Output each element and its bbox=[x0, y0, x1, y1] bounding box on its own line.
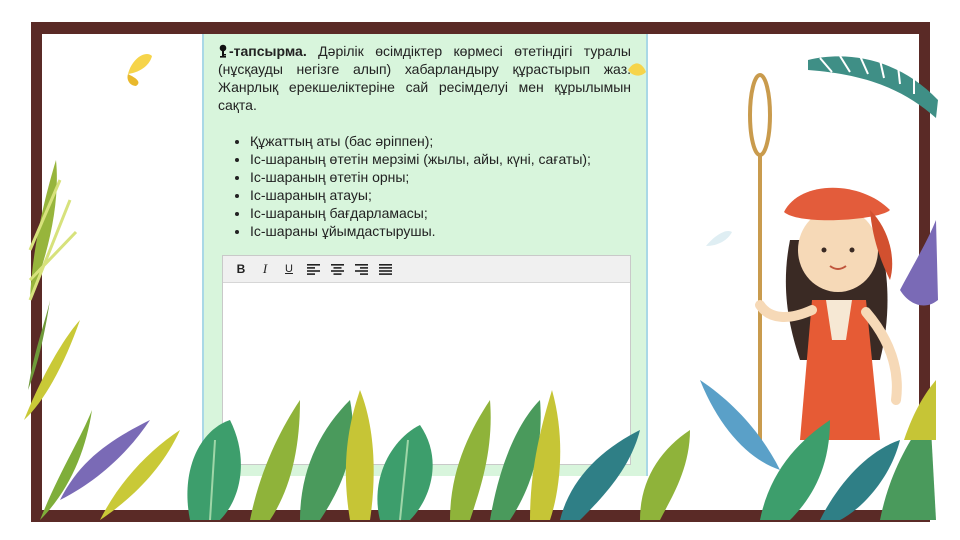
align-center-button[interactable] bbox=[325, 258, 349, 280]
align-right-icon bbox=[354, 263, 368, 275]
editor-text-area[interactable] bbox=[223, 283, 630, 464]
list-item: Іс-шараның өтетін мерзімі (жылы, айы, кү… bbox=[250, 150, 650, 168]
align-justify-icon bbox=[378, 263, 392, 275]
list-item: Іс-шараның атауы; bbox=[250, 186, 650, 204]
align-right-button[interactable] bbox=[349, 258, 373, 280]
slide-scene: -тапсырма. Дәрілік өсімдіктер көрмесі өт… bbox=[0, 0, 960, 540]
task-text: -тапсырма. Дәрілік өсімдіктер көрмесі өт… bbox=[218, 42, 631, 114]
bold-icon: B bbox=[236, 262, 246, 276]
instruction-list: Құжаттың аты (бас әріппен); Іс-шараның ө… bbox=[232, 132, 650, 240]
list-item: Іс-шараның бағдарламасы; bbox=[250, 204, 650, 222]
underline-icon: U bbox=[285, 263, 293, 275]
align-center-icon bbox=[330, 263, 344, 275]
underline-button[interactable]: U bbox=[277, 258, 301, 280]
list-item: Іс-шараның өтетін орны; bbox=[250, 168, 650, 186]
align-left-icon bbox=[306, 263, 320, 275]
list-item: Іс-шараны ұйымдастырушы. bbox=[250, 222, 650, 240]
task-title: -тапсырма. bbox=[229, 43, 307, 59]
rich-text-editor: B I U bbox=[222, 255, 631, 465]
align-left-button[interactable] bbox=[301, 258, 325, 280]
bold-button[interactable]: B bbox=[229, 258, 253, 280]
italic-icon: I bbox=[262, 261, 268, 276]
list-item: Құжаттың аты (бас әріппен); bbox=[250, 132, 650, 150]
editor-toolbar: B I U bbox=[223, 256, 630, 283]
italic-button[interactable]: I bbox=[253, 258, 277, 280]
key-icon bbox=[218, 44, 228, 58]
align-justify-button[interactable] bbox=[373, 258, 397, 280]
